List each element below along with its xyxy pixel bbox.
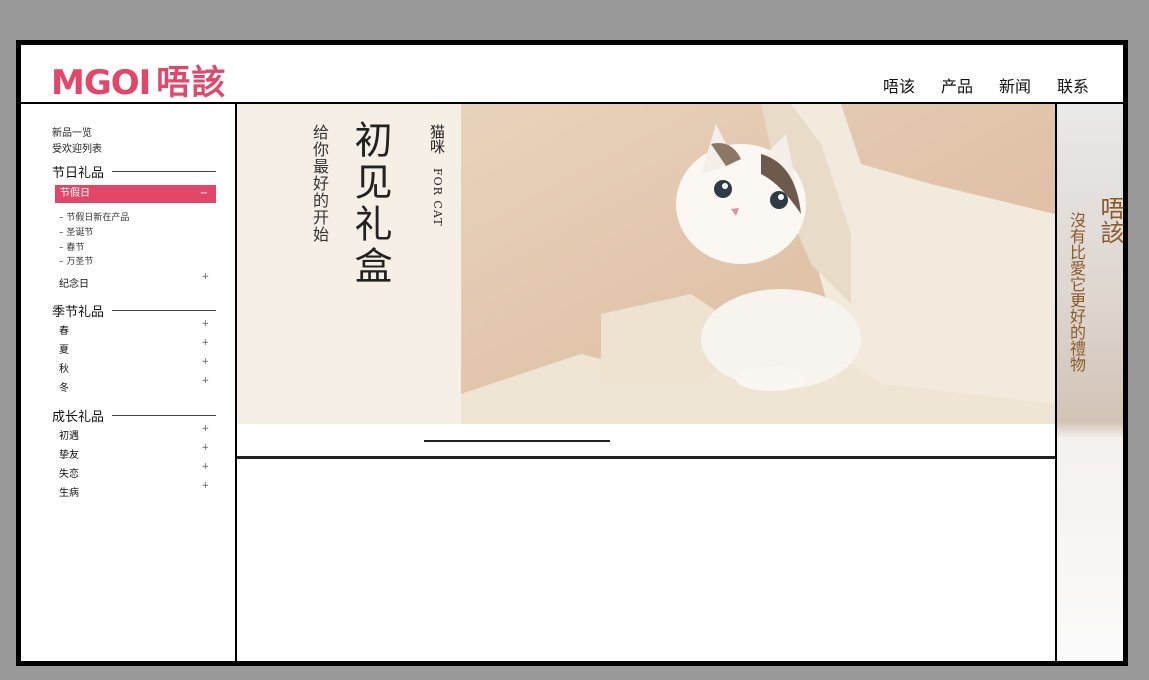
sidebar-item-label: 纪念日 [59,279,89,290]
sidebar-subitem[interactable]: – 圣诞节 [59,225,93,238]
sidebar-item-autumn[interactable]: 秋 + [59,357,209,375]
sidebar-item-heartbreak[interactable]: 失恋 + [59,462,209,480]
header: MGOI 唔該 唔该 产品 新闻 联系 [21,45,1123,104]
section-title: 成长礼品 [52,410,105,425]
sidebar: 新品一览 受欢迎列表 节日礼品 节假日 − – 节假日新在产品 – 圣诞节 – … [21,104,237,661]
banner-title: 初见礼盒 [348,120,392,288]
collapse-icon[interactable]: − [200,185,208,203]
cat-in-bag-photo [461,104,1055,424]
section-title: 季节礼品 [52,305,105,320]
banner-tag-cn: 猫咪 [428,124,446,154]
logo-cn: 唔該 [156,63,227,103]
side-brand: 唔該 [1096,196,1124,244]
sidebar-item-first-meet[interactable]: 初遇 + [59,424,209,442]
expand-icon[interactable]: + [201,319,209,329]
sidebar-item-sick[interactable]: 生病 + [59,481,209,499]
logo[interactable]: MGOI 唔該 [51,55,226,104]
sidebar-link-popular[interactable]: 受欢迎列表 [52,140,102,155]
nav-item-news[interactable]: 新闻 [999,73,1031,97]
banner-subtitle: 给你最好的开始 [310,124,329,243]
expand-icon[interactable]: + [201,376,209,386]
side-slogan: 沒有比愛它更好的禮物 [1067,212,1086,372]
sidebar-item-best-friend[interactable]: 挚友 + [59,443,209,461]
nav-item-products[interactable]: 产品 [941,73,973,97]
section-divider [112,171,216,172]
section-header-growth: 成长礼品 [52,406,216,425]
brand-side-panel: 唔該 沒有比愛它更好的禮物 [1055,104,1124,661]
expand-icon[interactable]: + [201,424,209,434]
sidebar-item-spring[interactable]: 春 + [59,319,209,337]
page-frame: MGOI 唔該 唔该 产品 新闻 联系 新品一览 受欢迎列表 节日礼品 节假日 −… [16,40,1128,666]
expand-icon[interactable]: + [201,462,209,472]
nav-item-contact[interactable]: 联系 [1057,73,1089,97]
sidebar-subitem[interactable]: – 节假日新在产品 [59,210,129,223]
hero-banner[interactable]: 初见礼盒 给你最好的开始 猫咪 FOR CAT [237,104,1055,424]
expand-icon[interactable]: + [201,481,209,491]
section-divider [237,456,1055,459]
section-header-season: 季节礼品 [52,301,216,320]
expand-icon[interactable]: + [201,272,209,282]
expand-icon[interactable]: + [201,443,209,453]
sidebar-link-new[interactable]: 新品一览 [52,124,92,139]
expand-icon[interactable]: + [201,338,209,348]
main-nav: 唔该 产品 新闻 联系 [883,73,1089,97]
section-divider [112,310,216,311]
banner-tag-en: FOR CAT [431,168,444,227]
sidebar-subitem[interactable]: – 春节 [59,240,84,253]
sidebar-item-summer[interactable]: 夏 + [59,338,209,356]
sidebar-item-label: 节假日 [60,188,90,199]
sidebar-item-anniversary[interactable]: 纪念日 + [59,272,209,290]
sidebar-item-winter[interactable]: 冬 + [59,376,209,394]
carousel-indicator[interactable] [424,440,610,442]
nav-item-home[interactable]: 唔该 [883,73,915,97]
section-title: 节日礼品 [52,166,105,181]
logo-en: MGOI [51,63,151,103]
sidebar-item-holiday[interactable]: 节假日 − [55,185,216,203]
section-divider [112,415,216,416]
sidebar-subitem[interactable]: – 万圣节 [59,254,93,267]
section-header-festival: 节日礼品 [52,162,216,181]
expand-icon[interactable]: + [201,357,209,367]
